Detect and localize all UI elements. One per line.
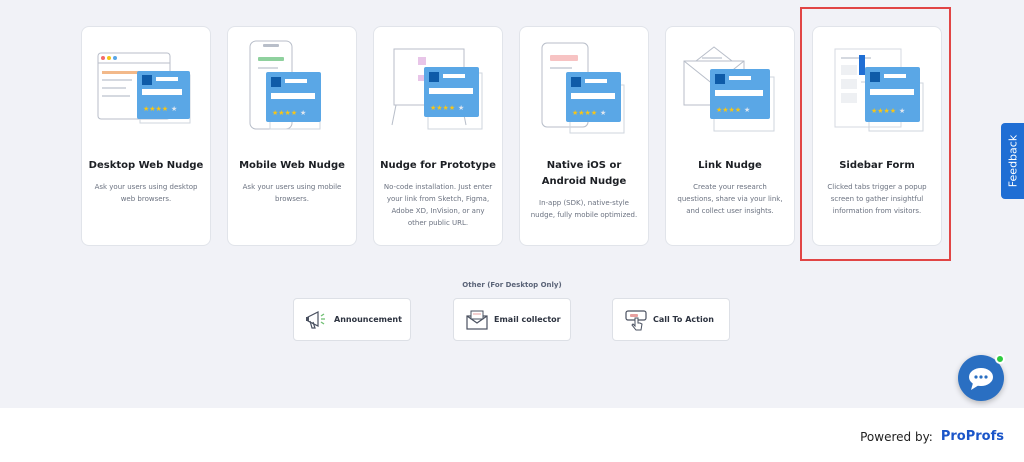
card-description: Create your research questions, share vi… <box>677 183 783 215</box>
svg-text:★★★★: ★★★★ <box>716 106 741 114</box>
powered-by: Powered by: ProProfs <box>860 429 1004 444</box>
hand-pointer-icon <box>625 310 647 331</box>
chat-widget-button[interactable] <box>958 354 1005 401</box>
link-nudge-illustration: ★★★★ ★ <box>683 46 775 132</box>
card-title: Sidebar Form <box>839 160 915 171</box>
card-nudge-for-prototype[interactable]: ★★★★ ★ Nudge for Prototype No-code instal… <box>373 26 503 246</box>
svg-text:★: ★ <box>300 109 306 117</box>
feedback-label: Feedback <box>1006 134 1019 188</box>
card-link-nudge[interactable]: ★★★★ ★ Link Nudge Create your research qu… <box>665 26 795 246</box>
other-section-title: Other (For Desktop Only) <box>462 281 562 289</box>
email-collector-label: Email collector <box>494 315 561 324</box>
sidebar-form-illustration: ★★★★ ★ <box>834 48 924 132</box>
native-nudge-illustration: ★★★★ ★ <box>541 42 625 134</box>
powered-by-text: Powered by: <box>860 429 933 444</box>
card-description: No-code installation. Just enter your li… <box>383 183 493 227</box>
card-title: Nudge for Prototype <box>380 160 496 171</box>
main-area: ★★★★ ★ Desktop Web Nudge Ask your users u… <box>0 0 1024 408</box>
megaphone-icon <box>306 311 325 329</box>
call-to-action-label: Call To Action <box>653 315 714 324</box>
card-title: Native iOS or Android Nudge <box>541 160 627 187</box>
svg-text:★: ★ <box>899 107 905 115</box>
card-description: Clicked tabs trigger a popup screen to g… <box>827 183 927 215</box>
svg-text:★★★★: ★★★★ <box>430 104 455 112</box>
card-description: In-app (SDK), native-style nudge, fully … <box>530 199 638 219</box>
card-title: Link Nudge <box>698 160 762 171</box>
mobile-nudge-illustration: ★★★★ ★ <box>249 40 321 130</box>
card-description: Ask your users using mobile browsers. <box>242 183 342 203</box>
card-title: Mobile Web Nudge <box>239 160 345 171</box>
proprofs-logo[interactable]: ProProfs <box>941 429 1004 444</box>
announcement-label: Announcement <box>334 315 402 324</box>
online-status-dot <box>995 354 1005 364</box>
svg-text:★★★★: ★★★★ <box>871 107 896 115</box>
call-to-action-button[interactable]: Call To Action <box>612 298 730 341</box>
svg-text:★★★★: ★★★★ <box>143 105 168 113</box>
svg-text:★★★★: ★★★★ <box>272 109 297 117</box>
card-mobile-web-nudge[interactable]: ★★★★ ★ Mobile Web Nudge Ask your users us… <box>227 26 357 246</box>
svg-text:★: ★ <box>600 109 606 117</box>
card-title: Desktop Web Nudge <box>88 160 204 171</box>
email-collector-button[interactable]: Email collector <box>453 298 571 341</box>
svg-text:★★★★: ★★★★ <box>572 109 597 117</box>
announcement-button[interactable]: Announcement <box>293 298 411 341</box>
card-desktop-web-nudge[interactable]: ★★★★ ★ Desktop Web Nudge Ask your users u… <box>81 26 211 246</box>
desktop-nudge-illustration: ★★★★ ★ <box>97 52 191 124</box>
card-sidebar-form[interactable]: ★★★★ ★ Sidebar Form Clicked tabs trigger … <box>812 26 942 246</box>
svg-text:★: ★ <box>744 106 750 114</box>
footer: Powered by: ProProfs <box>0 408 1024 462</box>
card-description: Ask your users using desktop web browser… <box>94 183 198 203</box>
svg-text:★: ★ <box>171 105 177 113</box>
envelope-icon <box>466 310 488 330</box>
feedback-tab[interactable]: Feedback <box>1001 123 1024 199</box>
svg-text:★: ★ <box>458 104 464 112</box>
card-native-ios-android-nudge[interactable]: ★★★★ ★ Native iOS or Android Nudge In-app… <box>519 26 649 246</box>
prototype-nudge-illustration: ★★★★ ★ <box>391 48 483 130</box>
